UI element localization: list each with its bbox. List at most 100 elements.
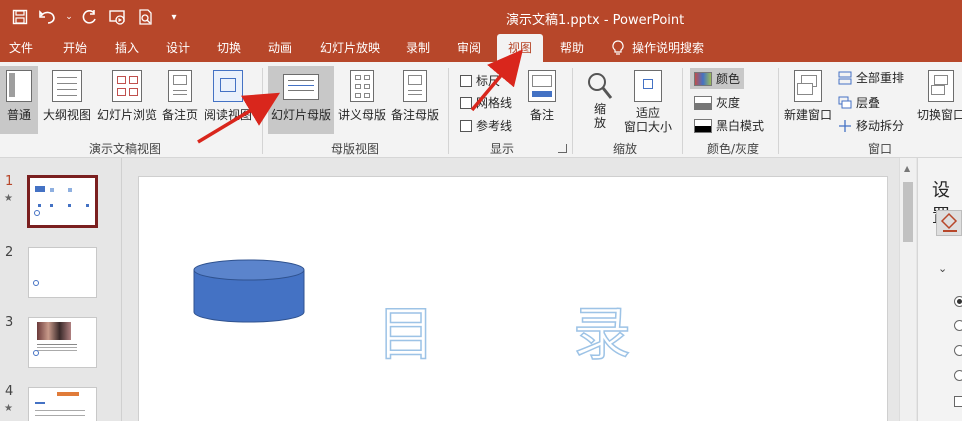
slide-sorter-button[interactable]: 幻灯片浏览: [96, 66, 158, 134]
scrollbar-thumb[interactable]: [903, 182, 913, 242]
black-white-button[interactable]: 黑白模式: [694, 117, 764, 134]
tab-transitions[interactable]: 切换: [206, 34, 252, 62]
fit-to-window-icon: [634, 70, 662, 102]
fill-option-radio[interactable]: [954, 345, 962, 356]
slide-master-button[interactable]: 幻灯片母版: [268, 66, 334, 134]
tab-animations[interactable]: 动画: [257, 34, 303, 62]
ruler-checkbox[interactable]: 标尺: [460, 72, 500, 89]
fill-option-radio[interactable]: [954, 370, 962, 381]
switch-window-button[interactable]: 切换窗口: [917, 66, 962, 134]
arrange-all-button[interactable]: 全部重排: [838, 69, 904, 86]
guides-checkbox[interactable]: 参考线: [460, 117, 512, 134]
slide-title-char[interactable]: 目: [376, 287, 436, 371]
slide-thumbnail-4[interactable]: [28, 387, 97, 421]
fit-to-window-button[interactable]: 适应 窗口大小: [622, 66, 674, 134]
quick-access-toolbar: ⌄ ▾: [8, 6, 186, 28]
title-bar: ⌄ ▾ 演示文稿1.pptx - PowerPoint: [0, 0, 962, 34]
tab-view[interactable]: 视图: [497, 34, 543, 62]
slideshow-from-start-icon[interactable]: [106, 6, 130, 28]
show-dialog-launcher-icon[interactable]: [558, 144, 567, 153]
ruler-check-box[interactable]: [460, 74, 472, 87]
tell-me-search[interactable]: 操作说明搜索: [612, 34, 704, 62]
color-swatch-icon: [694, 71, 712, 86]
current-slide[interactable]: 目 录: [138, 176, 888, 421]
tab-insert[interactable]: 插入: [104, 34, 150, 62]
new-window-icon: [794, 70, 822, 102]
redo-icon[interactable]: [78, 6, 102, 28]
ribbon-tabs: 文件 开始 插入 设计 切换 动画 幻灯片放映 录制 审阅 视图 帮助 操作说明…: [0, 34, 962, 62]
chevron-down-icon[interactable]: ⌄: [938, 262, 947, 275]
slide-sorter-icon: [112, 70, 142, 102]
group-separator: [448, 68, 449, 154]
outline-view-icon: [52, 70, 82, 102]
group-master-views-label: 母版视图: [330, 142, 379, 156]
slide-thumbnail-3[interactable]: [28, 317, 97, 368]
fill-icon[interactable]: [936, 210, 962, 236]
tab-home[interactable]: 开始: [52, 34, 98, 62]
group-separator: [262, 68, 263, 154]
color-button[interactable]: 颜色: [690, 68, 745, 89]
group-separator: [572, 68, 573, 154]
slide-number: 1: [5, 174, 14, 189]
reading-view-button[interactable]: 阅读视图: [202, 66, 254, 134]
slide-title-char[interactable]: 录: [572, 287, 632, 371]
option-checkbox[interactable]: [954, 396, 962, 407]
outline-view-button[interactable]: 大纲视图: [41, 66, 93, 134]
tab-record[interactable]: 录制: [396, 34, 440, 62]
slide-thumbnails-pane: 1 ★ 2 3 4 ★: [0, 158, 122, 421]
slide-number: 3: [5, 315, 14, 330]
search-label: 操作说明搜索: [632, 41, 705, 55]
scroll-up-icon[interactable]: ▲: [904, 164, 910, 173]
notes-page-icon: [168, 70, 192, 102]
gridlines-check-box[interactable]: [460, 96, 472, 109]
slide-master-icon: [283, 74, 319, 100]
format-pane: 设置 ⌄: [917, 158, 962, 421]
new-window-button[interactable]: 新建窗口: [782, 66, 834, 134]
slide-thumbnail-1[interactable]: [27, 175, 98, 228]
group-zoom-label: 缩放: [612, 142, 637, 156]
slide-thumbnail-2[interactable]: [28, 247, 97, 298]
guides-check-box[interactable]: [460, 119, 472, 132]
arrange-all-icon: [838, 71, 852, 84]
move-split-button[interactable]: 移动拆分: [838, 117, 904, 134]
group-color-label: 颜色/灰度: [706, 142, 760, 156]
tab-slideshow[interactable]: 幻灯片放映: [310, 34, 390, 62]
print-preview-icon[interactable]: [134, 6, 158, 28]
tab-design[interactable]: 设计: [155, 34, 201, 62]
grayscale-swatch-icon: [694, 95, 712, 110]
cylinder-shape[interactable]: [193, 259, 305, 323]
lightbulb-icon: [612, 40, 624, 55]
move-split-icon: [839, 119, 851, 132]
normal-view-button[interactable]: 普通: [0, 66, 38, 134]
reading-view-icon: [213, 70, 243, 102]
vertical-scrollbar[interactable]: ▲: [899, 158, 916, 421]
zoom-button[interactable]: 缩 放: [580, 66, 620, 134]
notes-master-icon: [403, 70, 427, 102]
fill-option-radio[interactable]: [954, 320, 962, 331]
animation-star-icon: ★: [4, 403, 13, 414]
animation-star-icon: ★: [4, 193, 13, 204]
customize-qat-icon[interactable]: ▾: [162, 6, 186, 28]
tab-review[interactable]: 审阅: [446, 34, 492, 62]
save-icon[interactable]: [8, 6, 32, 28]
tab-help[interactable]: 帮助: [549, 34, 595, 62]
ribbon: 普通 大纲视图 幻灯片浏览 备注页 阅读视图 演示文稿视图 幻灯片母版 讲义母版…: [0, 62, 962, 158]
handout-master-button[interactable]: 讲义母版: [336, 66, 388, 134]
slide-number: 2: [5, 245, 14, 260]
chevron-down-icon[interactable]: ⌄: [64, 6, 74, 28]
group-show-label: 显示: [489, 142, 514, 156]
cascade-button[interactable]: 层叠: [838, 94, 880, 111]
gridlines-checkbox[interactable]: 网格线: [460, 94, 512, 111]
group-separator: [778, 68, 779, 154]
cascade-icon: [838, 96, 852, 108]
grayscale-button[interactable]: 灰度: [694, 94, 740, 111]
notes-page-button[interactable]: 备注页: [160, 66, 200, 134]
undo-icon[interactable]: [36, 6, 60, 28]
group-window-label: 窗口: [867, 142, 892, 156]
switch-window-icon: [928, 70, 954, 102]
notes-button[interactable]: 备注: [522, 66, 562, 134]
handout-master-icon: [350, 70, 374, 102]
tab-file[interactable]: 文件: [0, 34, 42, 62]
fill-option-radio[interactable]: [954, 296, 962, 307]
notes-master-button[interactable]: 备注母版: [389, 66, 441, 134]
